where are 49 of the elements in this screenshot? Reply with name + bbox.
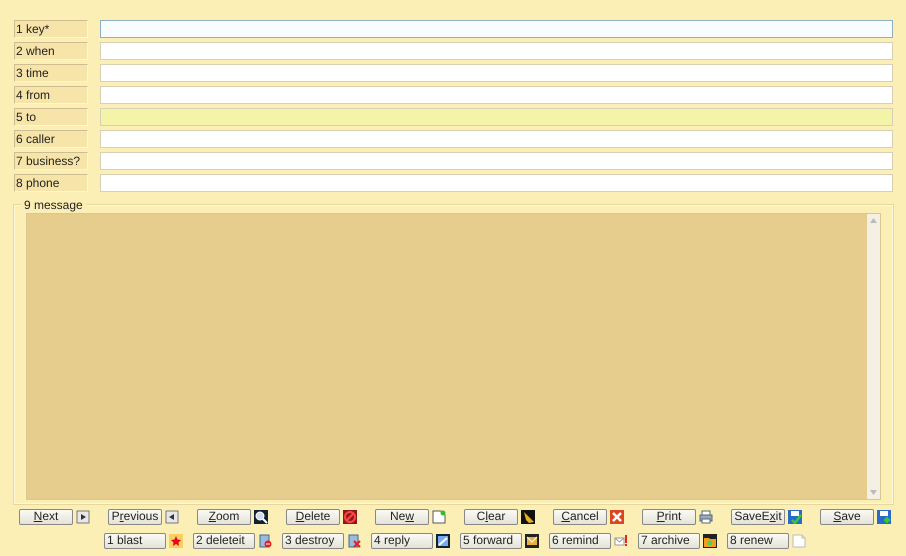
- envelope-icon[interactable]: [525, 534, 539, 548]
- command-button[interactable]: Previous: [108, 508, 162, 524]
- trash-x-icon[interactable]: [347, 534, 361, 548]
- star-icon[interactable]: [169, 534, 183, 548]
- action-button[interactable]: 2 deleteit: [193, 532, 255, 548]
- action-button[interactable]: 4 reply: [371, 532, 433, 548]
- command-button[interactable]: Save: [820, 508, 874, 524]
- field-label: 5 to: [14, 108, 88, 126]
- new-document-icon[interactable]: [432, 510, 446, 524]
- input-field[interactable]: [100, 42, 893, 60]
- command-button[interactable]: Zoom: [197, 508, 251, 524]
- command-button[interactable]: Print: [642, 508, 696, 524]
- input-field[interactable]: [100, 130, 893, 148]
- command-button[interactable]: SaveExit: [731, 508, 785, 524]
- close-icon[interactable]: [610, 510, 624, 524]
- action-button[interactable]: 5 forward: [460, 532, 522, 548]
- field-label: 7 business?: [14, 152, 88, 170]
- mail-alert-icon[interactable]: [614, 534, 628, 548]
- input-field[interactable]: [100, 64, 893, 82]
- input-field[interactable]: [100, 86, 893, 104]
- input-field[interactable]: [100, 108, 893, 126]
- command-button[interactable]: Cancel: [553, 508, 607, 524]
- action-button[interactable]: 6 remind: [549, 532, 611, 548]
- input-field[interactable]: [100, 20, 893, 38]
- play-icon[interactable]: [76, 510, 90, 524]
- picture-icon[interactable]: [436, 534, 450, 548]
- field-label: 2 when: [14, 42, 88, 60]
- field-label: 1 key*: [14, 20, 88, 38]
- command-button[interactable]: New: [375, 508, 429, 524]
- input-field[interactable]: [100, 152, 893, 170]
- trash-minus-icon[interactable]: [258, 534, 272, 548]
- field-label: 3 time: [14, 64, 88, 82]
- command-button[interactable]: Clear: [464, 508, 518, 524]
- printer-icon[interactable]: [699, 510, 713, 524]
- input-field[interactable]: [100, 174, 893, 192]
- command-button[interactable]: Next: [19, 508, 73, 524]
- save-plus-icon[interactable]: [877, 510, 891, 524]
- action-button[interactable]: 7 archive: [638, 532, 700, 548]
- command-button[interactable]: Delete: [286, 508, 340, 524]
- field-label: 6 caller: [14, 130, 88, 148]
- folder-icon[interactable]: [703, 534, 717, 548]
- action-button[interactable]: 8 renew: [727, 532, 789, 548]
- zoom-icon[interactable]: [254, 510, 268, 524]
- prohibited-icon[interactable]: [343, 510, 357, 524]
- field-label: 8 phone: [14, 174, 88, 192]
- action-button[interactable]: 1 blast: [104, 532, 166, 548]
- action-button[interactable]: 3 destroy: [282, 532, 344, 548]
- field-label: 4 from: [14, 86, 88, 104]
- save-check-icon[interactable]: [788, 510, 802, 524]
